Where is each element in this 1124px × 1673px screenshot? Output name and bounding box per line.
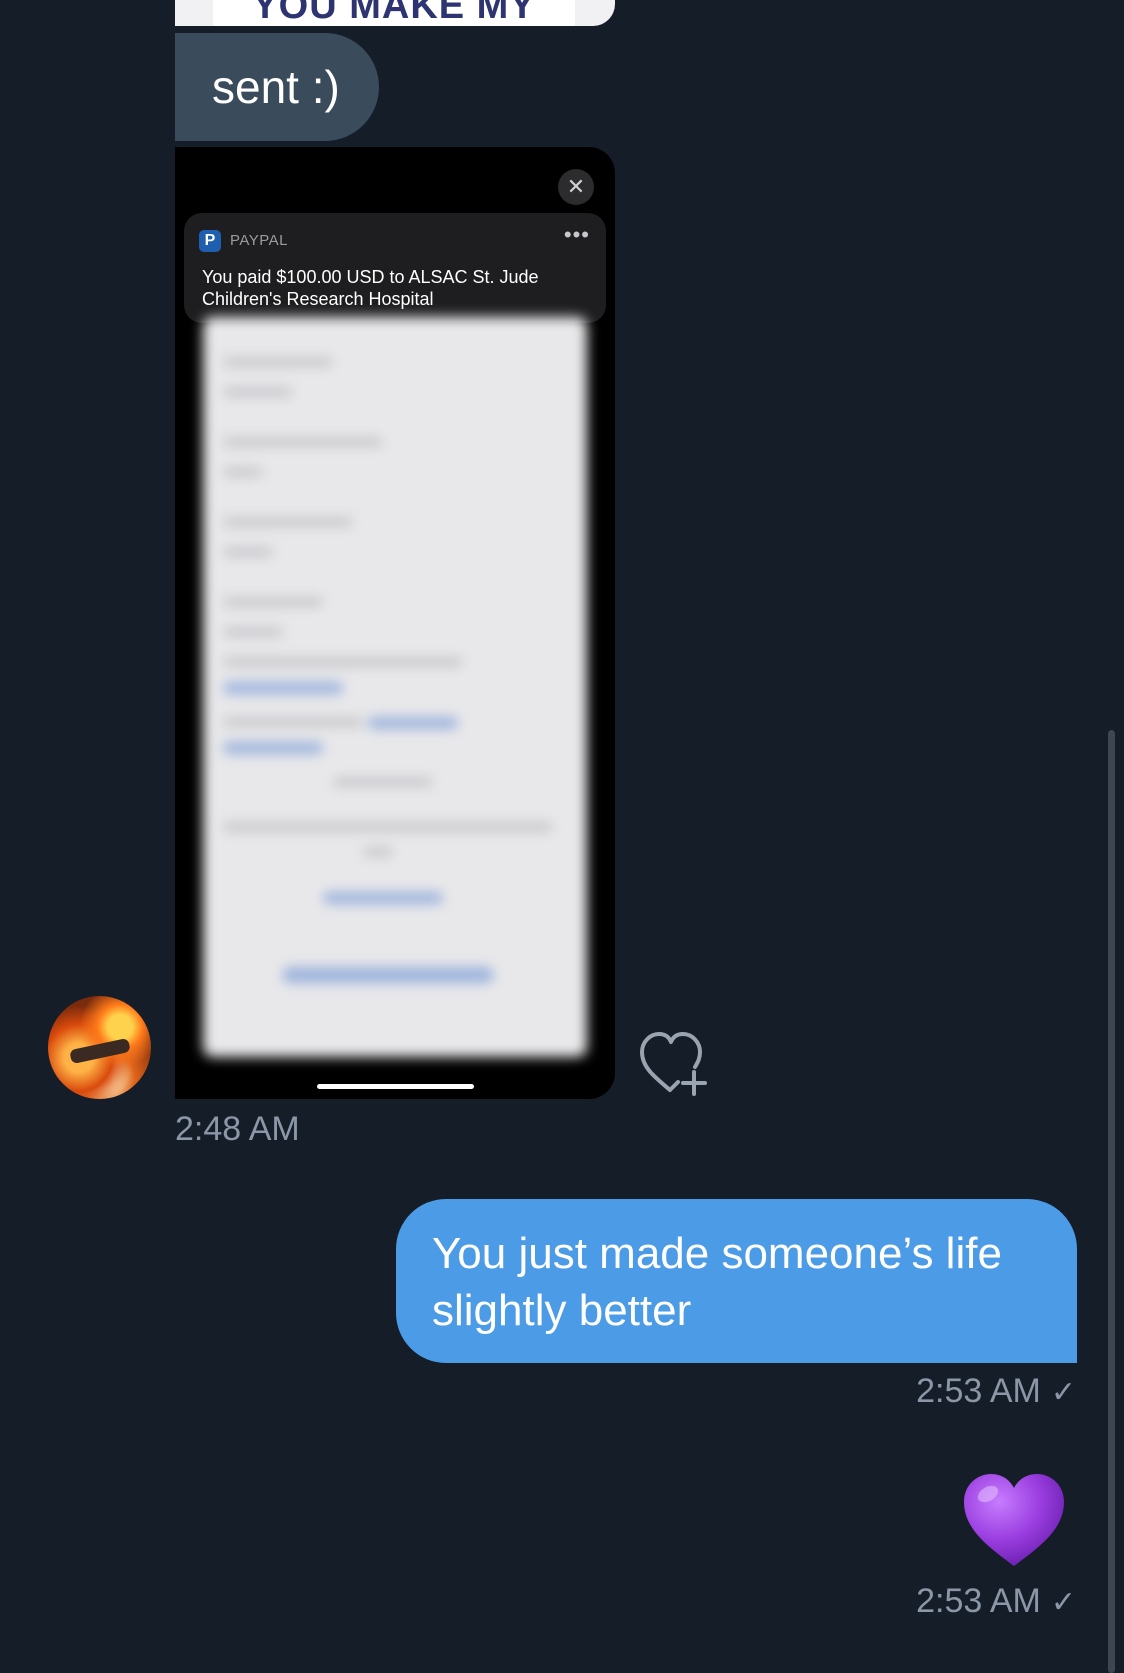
purple-heart-emoji[interactable]	[960, 1470, 1068, 1570]
emoji-timestamp: 2:53 AM ✓	[916, 1582, 1076, 1621]
incoming-message-text: sent :)	[212, 61, 340, 113]
shared-image-partial[interactable]: YOU MAKE MY	[175, 0, 615, 26]
more-options-icon: •••	[563, 222, 590, 247]
read-check-icon: ✓	[1050, 1376, 1076, 1409]
shared-image-text: YOU MAKE MY	[252, 0, 536, 26]
notification-body: You paid $100.00 USD to ALSAC St. Jude C…	[202, 267, 539, 309]
close-icon[interactable]: ✕	[558, 169, 594, 205]
paypal-notification: P PAYPAL ••• You paid $100.00 USD to ALS…	[184, 213, 606, 323]
scrollbar[interactable]	[1108, 730, 1115, 1673]
notification-app-name: PAYPAL	[230, 232, 289, 249]
blurred-receipt	[203, 317, 587, 1057]
read-check-icon: ✓	[1050, 1586, 1076, 1619]
incoming-message-bubble[interactable]: sent :)	[175, 33, 379, 141]
shared-screenshot[interactable]: ✕ P PAYPAL ••• You paid $100.00 USD to A…	[175, 147, 615, 1099]
paypal-logo-icon: P	[199, 230, 221, 252]
message-timestamp: 2:48 AM	[175, 1110, 300, 1148]
chat-screen: YOU MAKE MY sent :) ✕ P PAYPAL ••• You p…	[0, 0, 1124, 1673]
avatar[interactable]	[48, 996, 151, 1099]
shared-image-content: YOU MAKE MY	[213, 0, 575, 26]
outgoing-message-bubble[interactable]: You just made someone’s life slightly be…	[396, 1199, 1077, 1363]
outgoing-message-text: You just made someone’s life slightly be…	[432, 1229, 1002, 1335]
home-indicator	[317, 1084, 474, 1089]
heart-plus-icon[interactable]	[638, 1030, 712, 1096]
outgoing-timestamp: 2:53 AM ✓	[916, 1372, 1076, 1411]
timestamp-text: 2:53 AM	[916, 1582, 1041, 1620]
timestamp-text: 2:53 AM	[916, 1372, 1041, 1410]
